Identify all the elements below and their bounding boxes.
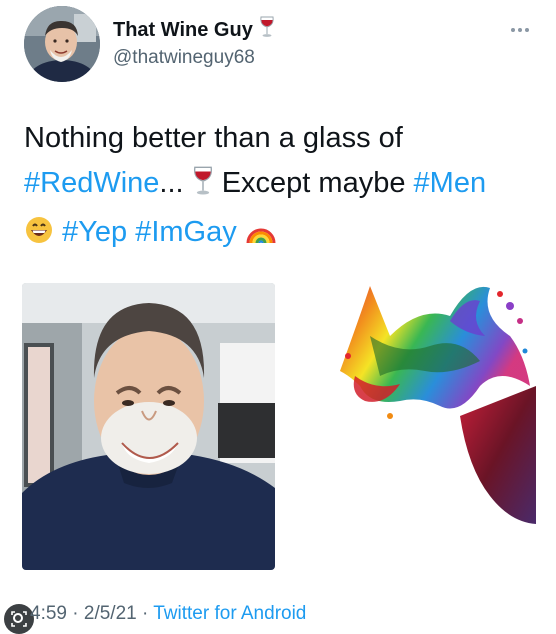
user-handle[interactable]: @thatwineguy68 — [113, 47, 255, 69]
grinning-face-icon — [24, 214, 54, 259]
media-photo-selfie[interactable] — [22, 283, 275, 570]
dot — [525, 28, 529, 32]
display-name-text: That Wine Guy — [113, 18, 253, 41]
rainbow-icon — [245, 214, 277, 259]
avatar[interactable] — [24, 6, 100, 82]
ellipsis-text: ... — [159, 167, 184, 199]
separator: · — [141, 603, 149, 624]
tweet-card: That Wine Guy @thatwineguy68 Nothing bet… — [0, 0, 556, 634]
wine-glass-icon — [259, 16, 275, 44]
more-options-button[interactable] — [505, 20, 535, 40]
except-text: Except maybe — [221, 167, 406, 199]
rainbow-wine-splash — [340, 286, 536, 524]
tweet-footer: 4:59 · 2/5/21 · Twitter for Android — [30, 603, 306, 625]
tweet-source-link[interactable]: Twitter for Android — [153, 603, 306, 624]
hashtag-redwine[interactable]: #RedWine — [24, 167, 159, 199]
dot — [518, 28, 522, 32]
tweet-date[interactable]: 2/5/21 — [84, 603, 137, 624]
separator: · — [72, 603, 79, 624]
hashtag-yep[interactable]: #Yep — [62, 216, 127, 248]
hashtag-men[interactable]: #Men — [414, 167, 487, 199]
tweet-time[interactable]: 4:59 — [30, 603, 67, 624]
media-rainbow-wine-splash[interactable] — [330, 276, 540, 526]
dot — [511, 28, 515, 32]
avatar-image — [24, 6, 100, 82]
wine-glass-icon — [192, 165, 214, 210]
tweet-text-line1: Nothing better than a glass of — [24, 122, 403, 154]
hashtag-imgay[interactable]: #ImGay — [135, 216, 237, 248]
tweet-text: Nothing better than a glass of #RedWine.… — [24, 116, 539, 259]
display-name[interactable]: That Wine Guy — [113, 16, 275, 44]
selfie-photo — [22, 283, 275, 570]
